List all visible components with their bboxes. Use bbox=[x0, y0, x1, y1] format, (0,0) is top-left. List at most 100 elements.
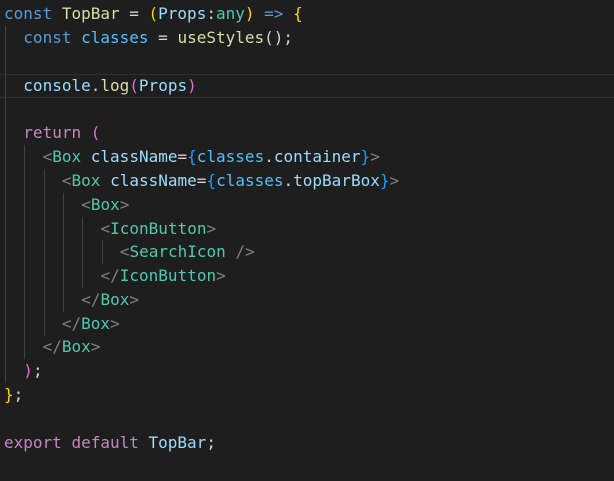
indent-guide bbox=[43, 312, 45, 336]
code-line[interactable]: console.log(Props) bbox=[0, 74, 614, 99]
code-line[interactable]: <Box> bbox=[0, 193, 614, 217]
code-token: Box bbox=[61, 337, 91, 356]
code-token: IconButton bbox=[119, 266, 217, 285]
indent-guide bbox=[5, 359, 6, 383]
code-line[interactable]: <SearchIcon /> bbox=[0, 240, 614, 264]
indent-guide bbox=[5, 193, 6, 217]
indent-guide bbox=[5, 312, 6, 336]
indent-guide bbox=[62, 240, 64, 264]
code-token: ) bbox=[187, 76, 197, 95]
code-token: = bbox=[148, 28, 178, 47]
code-token: Box bbox=[71, 171, 101, 190]
code-line[interactable]: return ( bbox=[0, 121, 614, 145]
code-line[interactable]: <IconButton> bbox=[0, 217, 614, 241]
code-text: const classes = useStyles(); bbox=[23, 26, 293, 50]
indent-guide bbox=[5, 288, 6, 312]
code-text: return ( bbox=[23, 121, 100, 145]
code-token: </ bbox=[61, 314, 82, 333]
code-line[interactable]: </Box> bbox=[0, 335, 614, 359]
indent-guide bbox=[5, 264, 6, 288]
code-token: default bbox=[71, 433, 139, 452]
code-line[interactable]: }; bbox=[0, 383, 614, 407]
code-token: IconButton bbox=[110, 219, 207, 238]
code-token: > bbox=[129, 290, 139, 309]
indent-guide bbox=[24, 169, 26, 193]
code-token: > bbox=[119, 195, 130, 214]
code-text: ); bbox=[23, 359, 42, 383]
indent-guide bbox=[62, 193, 64, 217]
code-token: TopBar bbox=[61, 4, 120, 23]
code-token: > bbox=[216, 266, 226, 285]
code-text: </IconButton> bbox=[101, 264, 226, 288]
indent-guide bbox=[101, 240, 103, 264]
code-token: ; bbox=[206, 433, 216, 452]
code-line[interactable]: </Box> bbox=[0, 312, 614, 336]
code-token: const bbox=[4, 4, 53, 23]
code-token: < bbox=[119, 242, 130, 261]
indent-guide bbox=[5, 50, 6, 74]
code-line[interactable]: const classes = useStyles(); bbox=[0, 26, 614, 50]
code-token: </ bbox=[81, 290, 101, 309]
code-text: <IconButton> bbox=[101, 217, 217, 241]
indent-guide bbox=[24, 335, 26, 359]
code-token: > bbox=[90, 337, 101, 356]
code-line[interactable] bbox=[0, 407, 614, 431]
indent-guide bbox=[24, 288, 26, 312]
indent-guide bbox=[5, 121, 6, 145]
code-text: export default TopBar; bbox=[4, 431, 216, 455]
code-token: Box bbox=[81, 314, 111, 333]
code-token: { bbox=[206, 171, 217, 190]
code-token: classes bbox=[216, 171, 284, 190]
code-token: > bbox=[110, 314, 120, 333]
code-token: > bbox=[389, 171, 400, 190]
code-token: } bbox=[360, 147, 371, 166]
code-token: < bbox=[61, 171, 72, 190]
code-token: console bbox=[23, 76, 91, 95]
code-token: container bbox=[273, 147, 361, 166]
code-token: { bbox=[187, 147, 197, 166]
code-line[interactable] bbox=[0, 98, 614, 122]
code-token: . bbox=[283, 171, 294, 190]
code-token: } bbox=[4, 385, 14, 404]
code-token: Box bbox=[52, 147, 82, 166]
code-editor[interactable]: const TopBar = (Props:any) => {const cla… bbox=[0, 0, 614, 481]
code-token: classes bbox=[81, 28, 149, 47]
code-token: className bbox=[110, 171, 197, 190]
code-token: = bbox=[119, 4, 149, 23]
code-token: log bbox=[100, 76, 130, 95]
code-token: ; bbox=[32, 361, 43, 380]
code-line[interactable]: ); bbox=[0, 359, 614, 383]
code-token: => bbox=[264, 4, 284, 23]
indent-guide bbox=[62, 288, 64, 312]
code-token: . bbox=[90, 76, 101, 95]
code-token: useStyles bbox=[177, 28, 265, 47]
code-text: </Box> bbox=[62, 312, 120, 336]
code-text: const TopBar = (Props:any) => { bbox=[4, 2, 303, 26]
code-token: Props bbox=[158, 4, 207, 23]
code-line[interactable]: </Box> bbox=[0, 288, 614, 312]
code-line[interactable]: <Box className={classes.container}> bbox=[0, 145, 614, 169]
code-line[interactable]: export default TopBar; bbox=[0, 431, 614, 455]
indent-guide bbox=[82, 240, 84, 264]
code-token: </ bbox=[100, 266, 120, 285]
code-line[interactable] bbox=[0, 50, 614, 74]
indent-guide bbox=[24, 240, 26, 264]
code-token: /> bbox=[225, 242, 255, 261]
code-token: TopBar bbox=[148, 433, 207, 452]
indent-guide bbox=[24, 145, 26, 169]
code-text: console.log(Props) bbox=[23, 75, 196, 97]
code-line[interactable]: const TopBar = (Props:any) => { bbox=[0, 2, 614, 26]
code-token: </ bbox=[42, 337, 62, 356]
indent-guide bbox=[43, 288, 45, 312]
code-line[interactable]: </IconButton> bbox=[0, 264, 614, 288]
code-line[interactable]: <Box className={classes.topBarBox}> bbox=[0, 169, 614, 193]
indent-guide bbox=[24, 193, 26, 217]
code-token: SearchIcon bbox=[129, 242, 226, 261]
indent-guide bbox=[5, 335, 6, 359]
code-text: }; bbox=[4, 383, 23, 407]
code-token: = bbox=[196, 171, 207, 190]
indent-guide bbox=[24, 264, 26, 288]
